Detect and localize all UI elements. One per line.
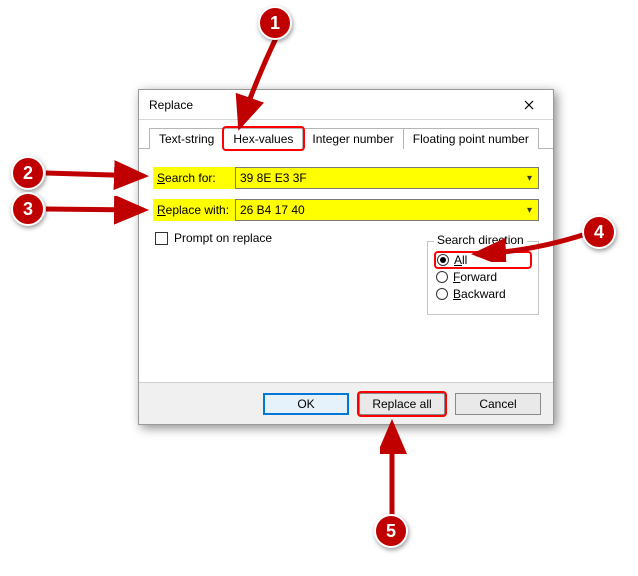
radio-backward[interactable]: Backward [436, 287, 530, 301]
tab-text-string[interactable]: Text-string [149, 128, 224, 149]
tab-label: Integer number [312, 132, 393, 146]
replace-with-input[interactable]: 26 B4 17 40 ▾ [235, 199, 539, 221]
replace-with-value: 26 B4 17 40 [240, 203, 525, 217]
dialog-body: Search for: 39 8E E3 3F ▾ Replace with: … [139, 149, 553, 255]
cancel-button[interactable]: Cancel [455, 393, 541, 415]
tab-label: Floating point number [413, 132, 529, 146]
tab-label: Hex-values [233, 132, 293, 146]
replace-dialog: Replace Text-string Hex-values Integer n… [138, 89, 554, 425]
dialog-title: Replace [149, 98, 509, 112]
annotation-marker-4: 4 [582, 215, 616, 249]
annotation-arrow-5 [380, 416, 410, 526]
radio-icon [436, 288, 448, 300]
chevron-down-icon[interactable]: ▾ [525, 205, 534, 216]
radio-all[interactable]: All [436, 253, 530, 267]
tab-integer-number[interactable]: Integer number [303, 128, 403, 149]
search-for-value: 39 8E E3 3F [240, 171, 525, 185]
tab-label: Text-string [159, 132, 214, 146]
radio-icon [437, 254, 449, 266]
radio-icon [436, 271, 448, 283]
search-for-input[interactable]: 39 8E E3 3F ▾ [235, 167, 539, 189]
close-icon [524, 100, 534, 110]
ok-button[interactable]: OK [263, 393, 349, 415]
search-direction-legend: Search direction [434, 233, 527, 247]
annotation-marker-5: 5 [374, 514, 408, 548]
tab-hex-values[interactable]: Hex-values [224, 128, 303, 149]
search-for-row: Search for: 39 8E E3 3F ▾ [153, 167, 539, 189]
prompt-checkbox[interactable] [155, 232, 168, 245]
radio-forward[interactable]: Forward [436, 270, 530, 284]
prompt-label: Prompt on replace [174, 231, 272, 245]
titlebar: Replace [139, 90, 553, 120]
replace-with-label: Replace with: [153, 199, 235, 221]
dialog-footer: OK Replace all Cancel [139, 382, 553, 424]
replace-all-button[interactable]: Replace all [359, 393, 445, 415]
replace-with-row: Replace with: 26 B4 17 40 ▾ [153, 199, 539, 221]
search-direction-group: Search direction All Forward Backward [427, 241, 539, 315]
tab-row: Text-string Hex-values Integer number Fl… [139, 120, 553, 149]
search-for-label: Search for: [153, 167, 235, 189]
annotation-marker-3: 3 [11, 192, 45, 226]
annotation-marker-1: 1 [258, 6, 292, 40]
chevron-down-icon[interactable]: ▾ [525, 173, 534, 184]
annotation-marker-2: 2 [11, 156, 45, 190]
tab-floating-point[interactable]: Floating point number [404, 128, 539, 149]
close-button[interactable] [509, 91, 549, 119]
